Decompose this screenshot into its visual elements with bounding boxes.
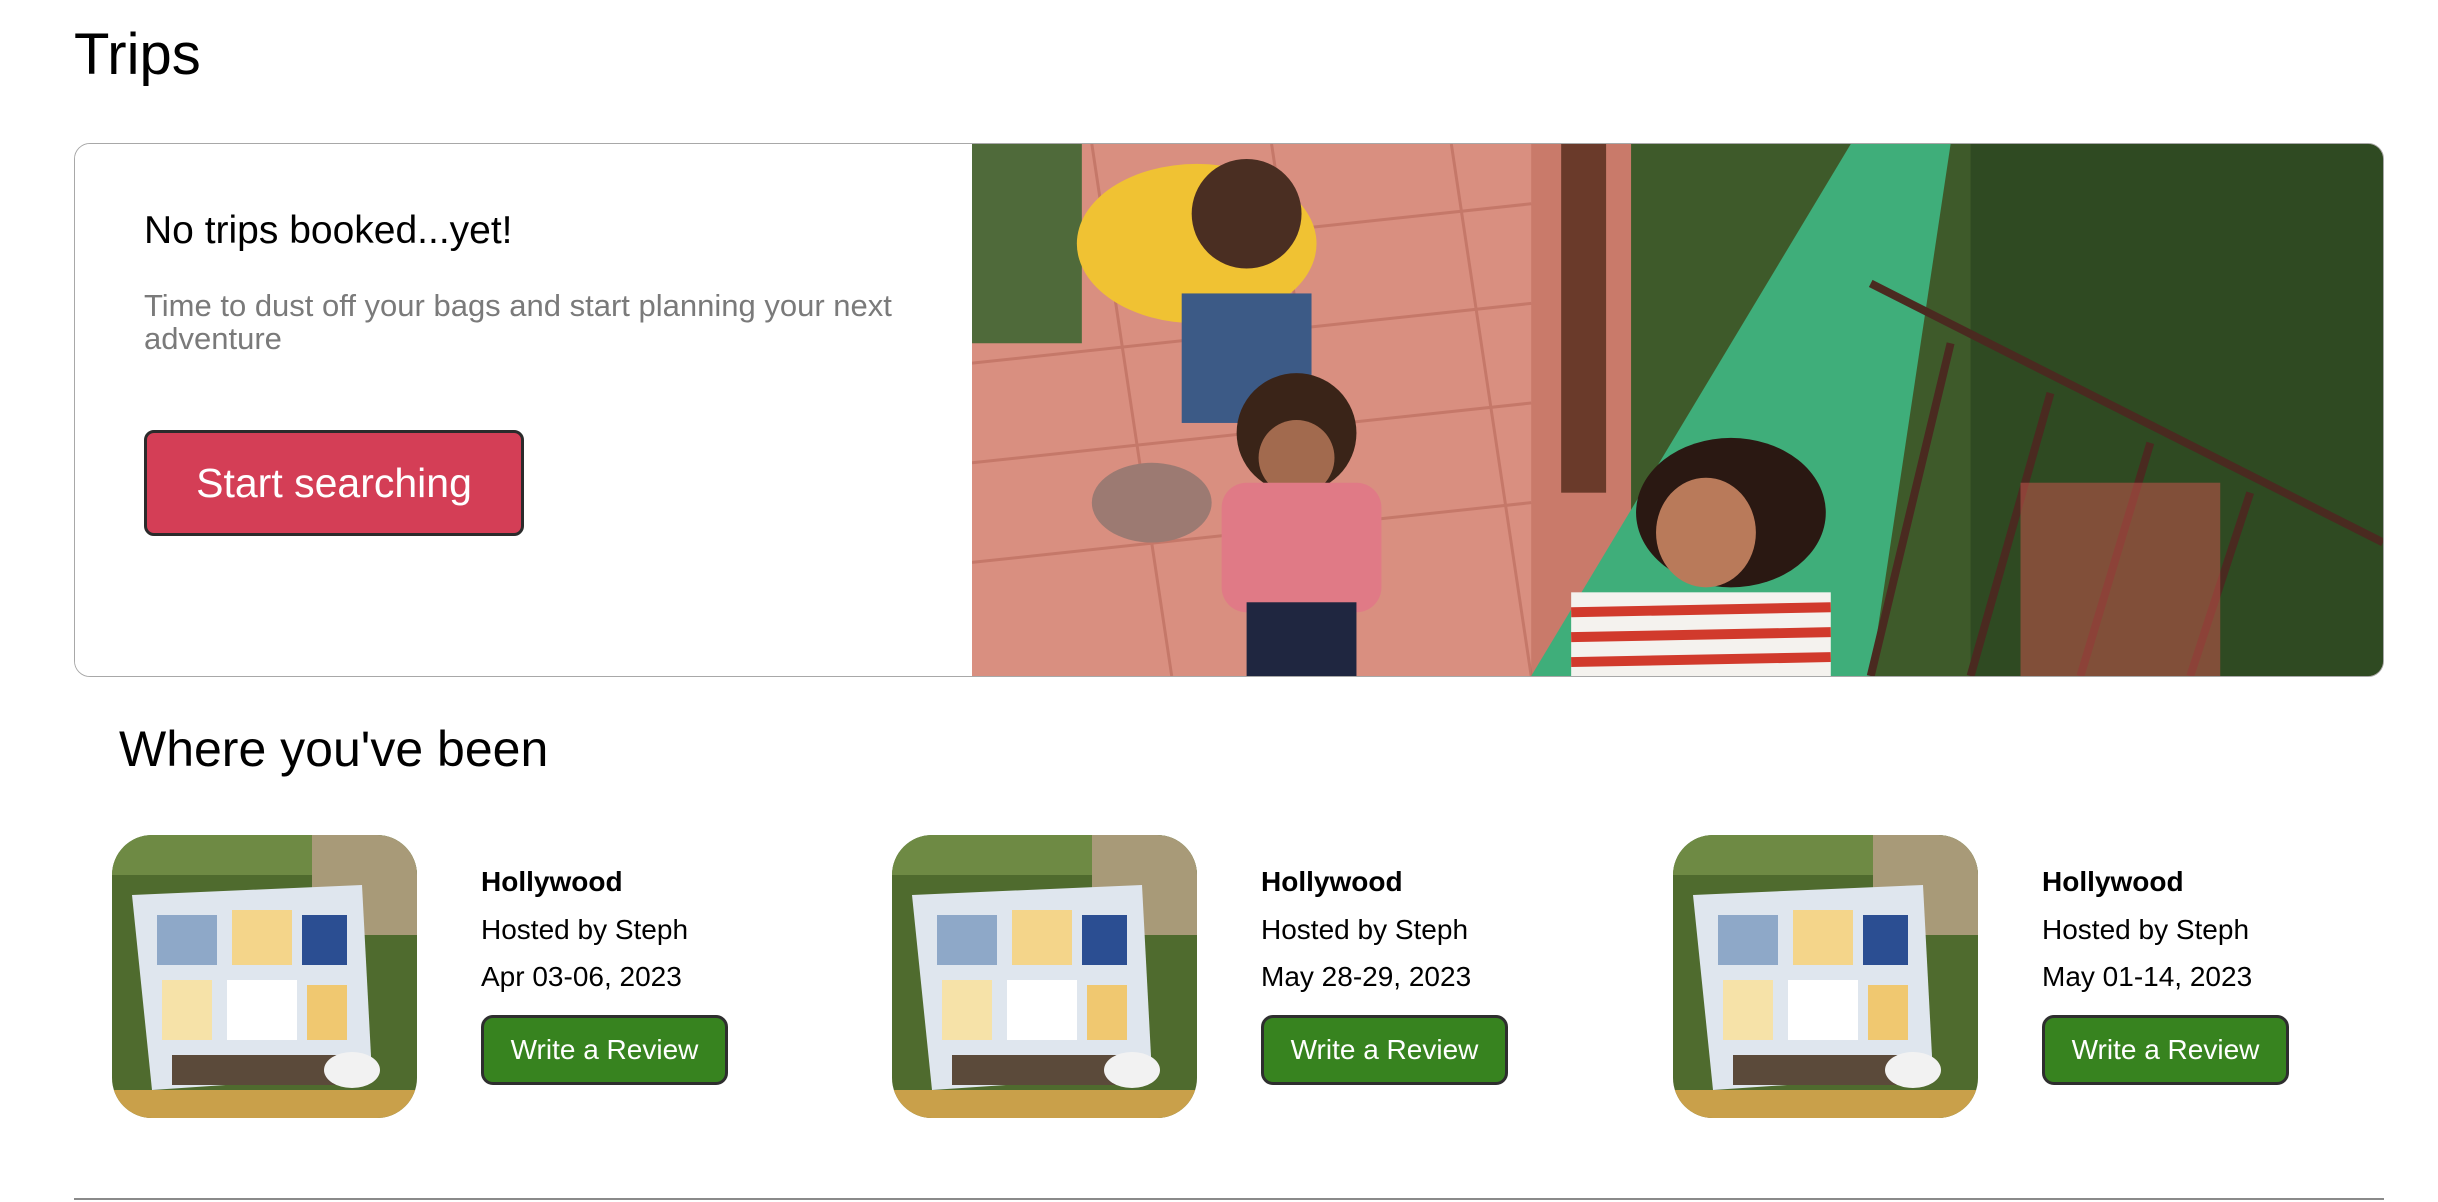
write-review-button[interactable]: Write a Review bbox=[481, 1015, 728, 1085]
trip-dates: May 01-14, 2023 bbox=[2042, 961, 2253, 992]
trip-location: Hollywood bbox=[481, 866, 623, 897]
hollywood-house-thumbnail[interactable] bbox=[112, 835, 417, 1118]
trip-card: Hollywood Hosted by Steph May 28-29, 202… bbox=[892, 835, 1592, 1120]
trip-location: Hollywood bbox=[1261, 866, 1403, 897]
no-trips-card: No trips booked...yet! Time to dust off … bbox=[74, 143, 2384, 677]
trip-host: Hosted by Steph bbox=[2042, 914, 2250, 945]
trip-location: Hollywood bbox=[2042, 866, 2184, 897]
no-trips-heading: No trips booked...yet! bbox=[144, 209, 513, 252]
hollywood-house-thumbnail[interactable] bbox=[892, 835, 1197, 1118]
section-divider bbox=[74, 1198, 2384, 1200]
no-trips-text-panel: No trips booked...yet! Time to dust off … bbox=[75, 144, 972, 676]
page-title: Trips bbox=[74, 22, 201, 87]
start-searching-button[interactable]: Start searching bbox=[144, 430, 524, 536]
family-patio-photo bbox=[972, 144, 2383, 676]
trip-card: Hollywood Hosted by Steph May 01-14, 202… bbox=[1673, 835, 2373, 1120]
trip-dates: May 28-29, 2023 bbox=[1261, 961, 1472, 992]
trip-host: Hosted by Steph bbox=[481, 914, 689, 945]
trips-page: Trips No trips booked...yet! Time to dus… bbox=[0, 0, 2438, 1202]
write-review-button[interactable]: Write a Review bbox=[2042, 1015, 2289, 1085]
trip-host: Hosted by Steph bbox=[1261, 914, 1469, 945]
hollywood-house-thumbnail[interactable] bbox=[1673, 835, 1978, 1118]
trip-card: Hollywood Hosted by Steph Apr 03-06, 202… bbox=[112, 835, 812, 1120]
trip-dates: Apr 03-06, 2023 bbox=[481, 961, 682, 992]
where-youve-been-heading: Where you've been bbox=[119, 721, 549, 777]
write-review-button[interactable]: Write a Review bbox=[1261, 1015, 1508, 1085]
no-trips-subtext: Time to dust off your bags and start pla… bbox=[144, 288, 892, 356]
